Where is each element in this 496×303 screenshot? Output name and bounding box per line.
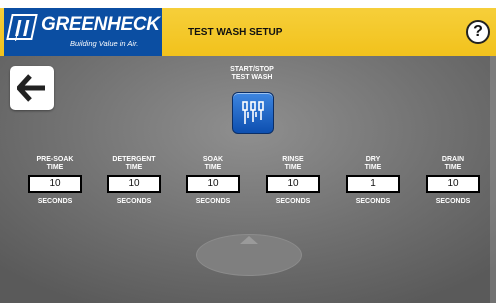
arrow-left-icon xyxy=(17,74,45,102)
field-unit: SECONDS xyxy=(355,198,391,205)
field-unit: SECONDS xyxy=(195,198,231,205)
help-icon: ? xyxy=(473,23,483,40)
logo-tagline: Building Value in Air. xyxy=(70,39,139,48)
back-button[interactable] xyxy=(10,66,54,110)
field-label: DRAIN TIME xyxy=(441,156,465,171)
field-label: DETERGENT TIME xyxy=(112,156,156,171)
field-pre-soak: PRE-SOAK TIME 10 SECONDS xyxy=(18,148,92,205)
field-dry: DRY TIME 1 SECONDS xyxy=(336,148,410,205)
field-unit: SECONDS xyxy=(435,198,471,205)
field-soak: SOAK TIME 10 SECONDS xyxy=(176,148,250,205)
field-rinse: RINSE TIME 10 SECONDS xyxy=(256,148,330,205)
page-title: TEST WASH SETUP xyxy=(188,27,283,38)
greenheck-logo-mark-icon xyxy=(6,14,38,40)
field-label: PRE-SOAK TIME xyxy=(36,156,74,171)
start-stop-test-wash-button[interactable] xyxy=(232,92,274,134)
dry-time-input[interactable]: 1 xyxy=(346,175,400,193)
scrollbar[interactable] xyxy=(490,56,496,303)
field-detergent: DETERGENT TIME 10 SECONDS xyxy=(97,148,171,205)
spray-nozzles-icon xyxy=(242,101,264,124)
screen: GREENHECK Building Value in Air. TEST WA… xyxy=(0,0,496,303)
field-label: SOAK TIME xyxy=(202,156,224,171)
field-drain: DRAIN TIME 10 SECONDS xyxy=(416,148,490,205)
field-label: RINSE TIME xyxy=(282,156,304,171)
greenheck-logo: GREENHECK Building Value in Air. xyxy=(4,8,162,56)
logo-name: GREENHECK xyxy=(41,14,160,35)
field-unit: SECONDS xyxy=(37,198,73,205)
pre-soak-time-input[interactable]: 10 xyxy=(28,175,82,193)
start-stop-label-text: START/STOP TEST WASH xyxy=(230,66,274,81)
header-bar: GREENHECK Building Value in Air. TEST WA… xyxy=(0,0,496,56)
rinse-time-input[interactable]: 10 xyxy=(266,175,320,193)
soak-time-input[interactable]: 10 xyxy=(186,175,240,193)
field-unit: SECONDS xyxy=(275,198,311,205)
field-label: DRY TIME xyxy=(364,156,382,171)
start-stop-label: START/STOP TEST WASH xyxy=(212,66,292,82)
field-unit: SECONDS xyxy=(116,198,152,205)
drain-time-input[interactable]: 10 xyxy=(426,175,480,193)
detergent-time-input[interactable]: 10 xyxy=(107,175,161,193)
chevron-up-icon xyxy=(240,236,258,244)
help-button[interactable]: ? xyxy=(466,20,490,44)
